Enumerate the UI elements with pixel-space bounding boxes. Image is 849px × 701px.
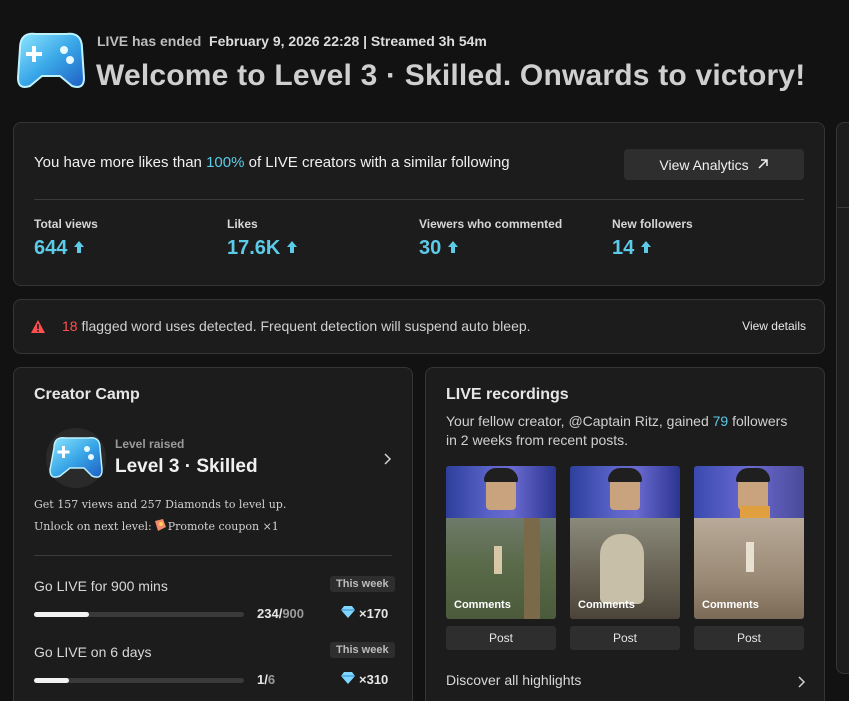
alert-message: flagged word uses detected. Frequent det… [81, 318, 531, 334]
stat-total-views: Total views 644 [34, 217, 98, 260]
task-progress-bar [34, 612, 244, 617]
arrow-up-icon [286, 237, 298, 260]
stream-meta: LIVE has ended February 9, 2026 22:28 | … [97, 33, 487, 49]
post-button[interactable]: Post [446, 626, 556, 650]
arrow-up-icon [447, 237, 459, 260]
recording-thumbnail[interactable]: Comments [570, 466, 680, 619]
diamond-icon [341, 672, 355, 687]
recording-thumbnail[interactable]: Comments [446, 466, 556, 619]
coupon-icon [153, 518, 167, 535]
creator-camp-title: Creator Camp [34, 386, 140, 403]
unlock-reward: Unlock on next level: Promote coupon ×1 [34, 518, 279, 535]
task-reward: ×310 [341, 672, 388, 687]
thumbnail-label: Comments [578, 599, 635, 611]
likes-percent: 100% [206, 154, 245, 171]
view-details-link[interactable]: View details [742, 319, 806, 333]
summary-divider [34, 199, 804, 200]
task-label: Go LIVE for 900 mins [34, 578, 168, 594]
flagged-words-alert: 18 flagged word uses detected. Frequent … [13, 299, 825, 354]
task-progress-bar [34, 678, 244, 683]
discover-highlights-label: Discover all highlights [446, 672, 582, 688]
arrow-up-right-icon [757, 157, 769, 173]
stream-date-duration: February 9, 2026 22:28 | Streamed 3h 54m [209, 33, 487, 49]
level-requirement: Get 157 views and 257 Diamonds to level … [34, 498, 287, 511]
likes-comparison: You have more likes than 100% of LIVE cr… [34, 154, 510, 171]
level-caption: Level raised [115, 437, 185, 451]
flagged-count: 18 [62, 318, 78, 334]
discover-highlights-link[interactable]: Discover all highlights [446, 672, 806, 692]
post-button[interactable]: Post [694, 626, 804, 650]
thumbnail-label: Comments [454, 599, 511, 611]
recordings-description: Your fellow creator, @Captain Ritz, gain… [446, 413, 788, 448]
view-analytics-button[interactable]: View Analytics [624, 149, 804, 180]
side-panel [836, 122, 849, 674]
recording-thumbnail[interactable]: Comments [694, 466, 804, 619]
stat-viewers-commented: Viewers who commented 30 [419, 217, 563, 260]
arrow-up-icon [640, 237, 652, 260]
page-title: Welcome to Level 3 · Skilled. Onwards to… [96, 59, 806, 92]
diamond-icon [341, 606, 355, 621]
level-badge-icon [44, 426, 108, 490]
arrow-up-icon [73, 237, 85, 260]
task-reward: ×170 [341, 606, 388, 621]
live-status: LIVE has ended [97, 33, 202, 49]
this-week-badge: This week [330, 576, 395, 592]
chevron-right-icon [798, 675, 806, 693]
task-progress-fill [34, 678, 70, 683]
live-recordings-card: LIVE recordings Your fellow creator, @Ca… [425, 367, 825, 701]
stat-new-followers: New followers 14 [612, 217, 693, 260]
creator-camp-card: Creator Camp Level raised Level 3 · Skil… [13, 367, 413, 701]
task-count: 1/6 [257, 672, 276, 687]
this-week-badge: This week [330, 642, 395, 658]
view-analytics-label: View Analytics [659, 156, 749, 173]
post-button[interactable]: Post [570, 626, 680, 650]
live-recordings-title: LIVE recordings [446, 386, 569, 403]
task-progress-fill [34, 612, 89, 617]
warning-icon [31, 320, 45, 338]
task-label: Go LIVE on 6 days [34, 644, 152, 660]
game-controller-logo [12, 26, 90, 96]
chevron-right-icon[interactable] [384, 452, 392, 470]
stat-likes: Likes 17.6K [227, 217, 298, 260]
task-count: 234/900 [257, 606, 305, 621]
summary-card: You have more likes than 100% of LIVE cr… [13, 122, 825, 286]
level-name: Level 3 · Skilled [115, 456, 258, 477]
thumbnail-label: Comments [702, 599, 759, 611]
